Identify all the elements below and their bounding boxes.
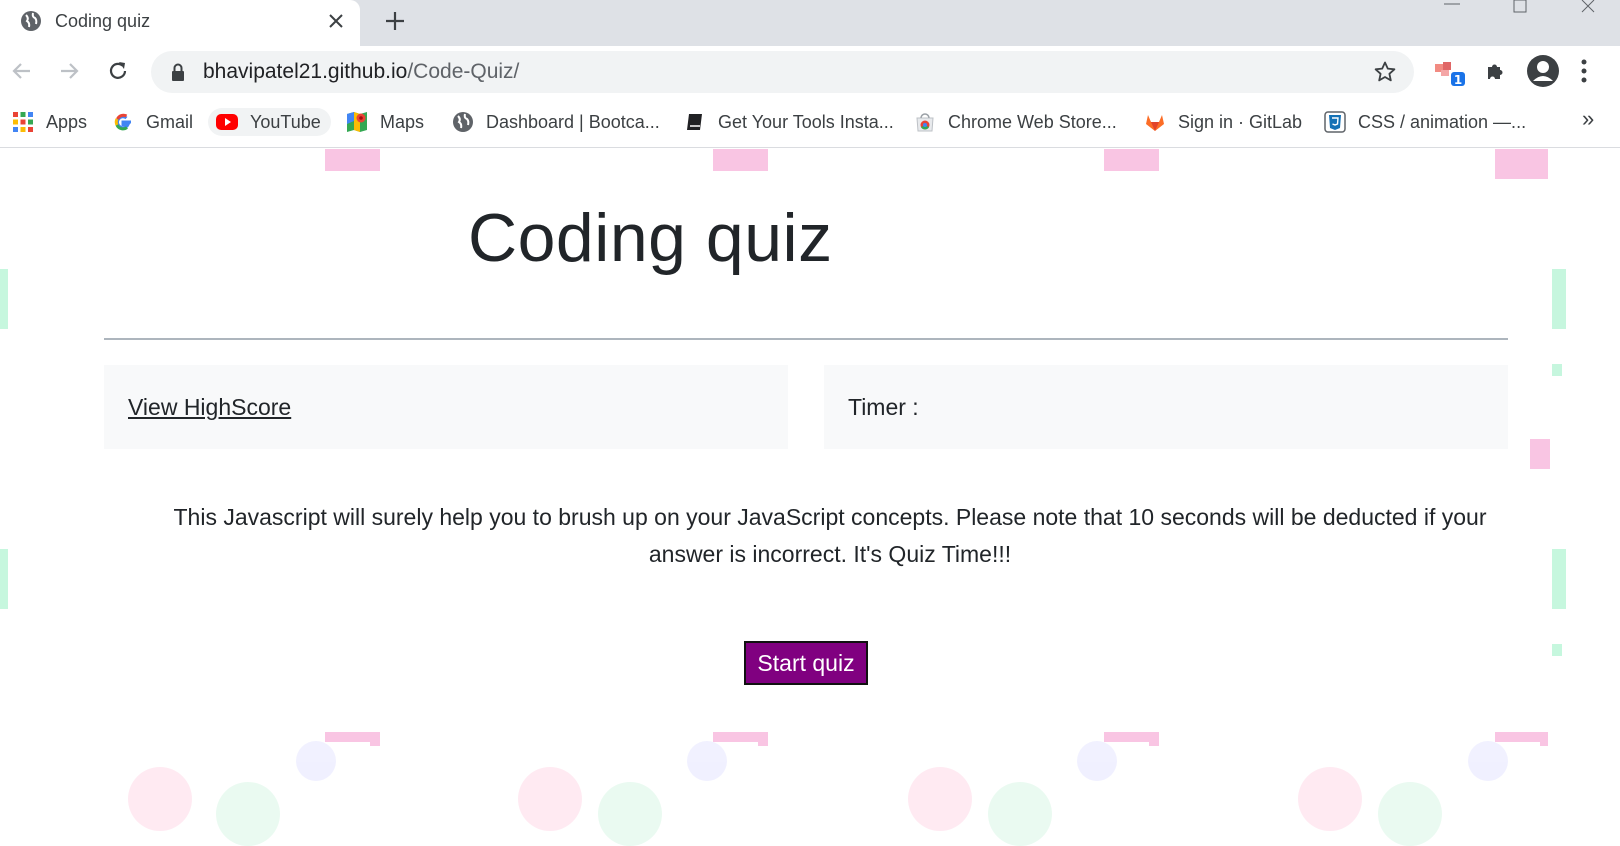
bookmark-label: Dashboard | Bootca... (486, 111, 660, 132)
globe-icon (453, 112, 473, 132)
new-tab-icon[interactable] (383, 9, 407, 33)
bookmark-dashboard[interactable]: Dashboard | Bootca... (452, 108, 660, 136)
css-icon (1324, 111, 1346, 133)
window-close-icon[interactable] (1576, 0, 1600, 14)
extensions-puzzle-icon[interactable] (1484, 58, 1508, 82)
highscore-card: View HighScore (104, 365, 788, 449)
timer-label: Timer : (848, 394, 919, 420)
bookmark-label: Chrome Web Store... (948, 111, 1117, 132)
start-quiz-button[interactable]: Start quiz (744, 641, 868, 685)
url-text: bhavipatel21.github.io/Code-Quiz/ (203, 61, 519, 83)
view-highscore-link[interactable]: View HighScore (128, 394, 291, 421)
reload-icon[interactable] (106, 59, 130, 83)
bookmark-label: Sign in · GitLab (1178, 111, 1303, 132)
bookmark-gitlab[interactable]: Sign in · GitLab (1144, 108, 1302, 136)
bookmark-label: YouTube (250, 111, 321, 132)
page-body: Coding quiz View HighScore Timer : This … (0, 149, 1620, 846)
bookmarks-bar: Apps Gmail YouTube Maps Dashboard | Boot… (0, 96, 1620, 148)
bookmark-css-animation[interactable]: CSS / animation —... (1324, 108, 1526, 136)
bookmark-youtube[interactable]: YouTube (208, 108, 331, 136)
chrome-webstore-icon (916, 113, 934, 132)
timer-card: Timer : (824, 365, 1508, 449)
extension-logo-icon: 1 (1435, 62, 1465, 87)
bookmark-apps[interactable]: Apps (12, 108, 87, 136)
browser-tab[interactable]: Coding quiz (0, 0, 360, 46)
lock-icon (172, 63, 184, 81)
extension-icon[interactable]: 1 (1433, 58, 1467, 88)
maximize-icon[interactable] (1508, 0, 1532, 14)
back-arrow-icon[interactable] (10, 59, 34, 83)
minimize-icon[interactable] (1440, 0, 1464, 14)
bookmark-maps[interactable]: Maps (346, 108, 424, 136)
youtube-icon (216, 114, 238, 130)
page-title: Coding quiz (468, 200, 833, 276)
tab-title: Coding quiz (55, 11, 151, 31)
bookmark-chrome-web-store[interactable]: Chrome Web Store... (914, 108, 1117, 136)
google-icon (114, 113, 131, 131)
url-path: /Code-Quiz/ (407, 60, 520, 83)
maps-icon (347, 112, 367, 132)
profile-avatar-icon[interactable] (1526, 54, 1560, 88)
bookmark-label: Gmail (146, 111, 194, 132)
bookmark-label: Maps (380, 111, 425, 132)
globe-icon (21, 11, 41, 31)
bookmark-gmail[interactable]: Gmail (112, 108, 193, 136)
bookmark-get-your-tools[interactable]: Get Your Tools Insta... (684, 108, 894, 136)
more-menu-icon[interactable] (1580, 58, 1588, 84)
bookmark-label: Apps (46, 111, 88, 132)
address-bar[interactable]: bhavipatel21.github.io/Code-Quiz/ (151, 51, 1414, 93)
url-host: bhavipatel21.github.io (203, 60, 408, 83)
quiz-description: This Javascript will surely help you to … (173, 504, 1487, 567)
bookmark-star-icon[interactable] (1373, 60, 1397, 84)
bookmark-label: CSS / animation —... (1358, 111, 1527, 132)
apps-grid-icon (13, 112, 33, 132)
extension-badge: 1 (1454, 73, 1462, 87)
gitlab-icon (1146, 115, 1164, 131)
divider (104, 338, 1508, 340)
tab-strip: Coding quiz (0, 0, 1620, 46)
close-icon[interactable] (326, 11, 346, 31)
book-icon (687, 114, 702, 130)
bookmarks-overflow-button[interactable]: » (1582, 106, 1594, 132)
forward-arrow-icon[interactable] (57, 59, 81, 83)
browser-toolbar: bhavipatel21.github.io/Code-Quiz/ 1 (0, 46, 1620, 96)
bookmark-label: Get Your Tools Insta... (718, 111, 894, 132)
